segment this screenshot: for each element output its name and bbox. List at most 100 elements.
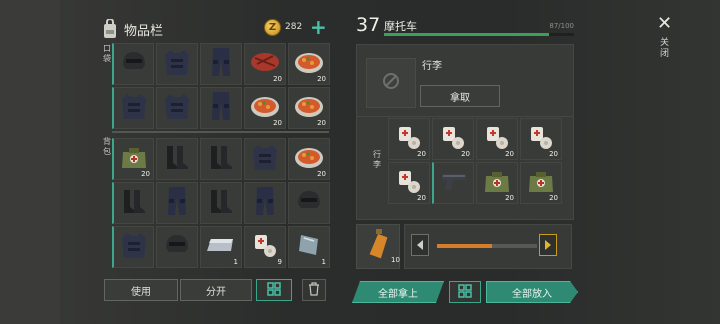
fuel-slider-panel [404, 224, 572, 269]
vest-icon [119, 230, 149, 264]
item-count: 20 [273, 119, 282, 127]
divider [112, 131, 329, 133]
left-strip [0, 0, 60, 324]
split-button[interactable]: 分开 [180, 279, 252, 301]
close-label: 关闭 [660, 38, 670, 59]
item-slot[interactable] [200, 182, 242, 224]
pistol-icon [439, 169, 469, 197]
sort-button[interactable] [256, 279, 292, 301]
prohibited-icon [382, 72, 400, 94]
pants-icon [210, 46, 232, 82]
vest-icon [162, 91, 192, 125]
item-slot[interactable]: 20 [288, 138, 330, 180]
vehicle-hp-bar [384, 33, 574, 36]
item-slot[interactable] [200, 87, 242, 129]
item-slot[interactable] [112, 182, 154, 224]
item-count: 20 [505, 194, 514, 202]
vehicle-hp-fill [384, 33, 550, 36]
vehicle-hp-text: 87/100 [549, 22, 574, 30]
item-slot[interactable]: 20 [520, 162, 562, 204]
item-count: 20 [461, 150, 470, 158]
item-slot[interactable] [432, 162, 474, 204]
boots-icon [163, 143, 191, 175]
take-all-button[interactable]: 全部拿上 [352, 281, 444, 303]
coin-icon: Z [264, 19, 281, 36]
item-slot[interactable]: 20 [244, 43, 286, 85]
item-slot[interactable]: 20 [388, 162, 430, 204]
discard-button[interactable] [302, 279, 326, 301]
add-coins-button[interactable]: + [310, 15, 327, 39]
bandage-icon [251, 231, 279, 263]
vehicle-level: 37 [356, 14, 381, 36]
item-slot[interactable] [200, 138, 242, 180]
put-all-button[interactable]: 全部放入 [486, 281, 578, 303]
increase-button[interactable] [539, 234, 557, 256]
item-slot[interactable] [112, 87, 154, 129]
item-slot[interactable]: 20 [432, 118, 474, 160]
vest-icon [119, 91, 149, 125]
arrow-right-icon [545, 240, 551, 250]
item-count: 20 [317, 119, 326, 127]
item-slot[interactable] [156, 43, 198, 85]
glass-icon [296, 232, 322, 262]
fuel-slider[interactable] [437, 244, 537, 248]
vehicle-sort-button[interactable] [449, 281, 481, 303]
item-count: 20 [273, 75, 282, 83]
inventory-title: 物品栏 [124, 23, 164, 39]
use-button[interactable]: 使用 [104, 279, 178, 301]
fuel-count: 10 [391, 256, 400, 264]
luggage-side-label: 行李 [373, 150, 381, 169]
item-slot[interactable]: 20 [112, 138, 154, 180]
item-slot[interactable] [156, 138, 198, 180]
luggage-title: 行李 [422, 61, 442, 72]
luggage-grid: 20 20 20 20 20 20 20 [388, 118, 562, 204]
item-slot[interactable] [200, 43, 242, 85]
item-slot[interactable] [288, 182, 330, 224]
item-slot[interactable] [244, 182, 286, 224]
item-count: 20 [417, 150, 426, 158]
helmet-icon [295, 188, 323, 218]
item-count: 20 [317, 75, 326, 83]
fuel-slider-fill [437, 244, 492, 248]
item-count: 1 [233, 258, 238, 266]
vest-icon [162, 47, 192, 81]
helmet-icon [120, 49, 148, 79]
item-slot[interactable] [156, 226, 198, 268]
fuel-bottle-icon [369, 229, 389, 263]
item-slot[interactable]: 9 [244, 226, 286, 268]
item-slot[interactable]: 1 [288, 226, 330, 268]
luggage-equip-slot[interactable] [366, 58, 416, 108]
item-slot[interactable] [112, 226, 154, 268]
item-slot[interactable]: 20 [388, 118, 430, 160]
item-slot[interactable]: 20 [244, 87, 286, 129]
ingot-icon [205, 235, 237, 259]
item-count: 1 [321, 258, 326, 266]
vehicle-name: 摩托车 [384, 20, 417, 33]
pants-icon [166, 185, 188, 221]
item-slot[interactable]: 1 [200, 226, 242, 268]
pants-icon [210, 90, 232, 126]
item-slot[interactable]: 20 [476, 162, 518, 204]
arrow-left-icon [417, 240, 423, 250]
inventory-header: 物品栏 Z 282 + [100, 14, 330, 44]
helmet-icon [163, 232, 191, 262]
item-slot[interactable]: 20 [288, 87, 330, 129]
item-count: 20 [317, 170, 326, 178]
item-count: 20 [549, 150, 558, 158]
item-slot[interactable] [244, 138, 286, 180]
item-slot[interactable]: 20 [476, 118, 518, 160]
decrease-button[interactable] [411, 234, 429, 256]
steak-icon [249, 50, 281, 78]
coin-count: 282 [285, 22, 303, 32]
item-slot[interactable]: 20 [520, 118, 562, 160]
item-slot[interactable]: 20 [288, 43, 330, 85]
item-slot[interactable] [156, 87, 198, 129]
item-slot[interactable] [112, 43, 154, 85]
take-button[interactable]: 拿取 [420, 85, 500, 107]
close-button[interactable]: ✕ [657, 13, 672, 34]
item-slot[interactable] [156, 182, 198, 224]
fuel-slot[interactable]: 10 [356, 224, 400, 269]
backpack-grid: 20 20 1 9 1 [112, 138, 330, 268]
boots-icon [120, 187, 148, 219]
item-count: 20 [141, 170, 150, 178]
